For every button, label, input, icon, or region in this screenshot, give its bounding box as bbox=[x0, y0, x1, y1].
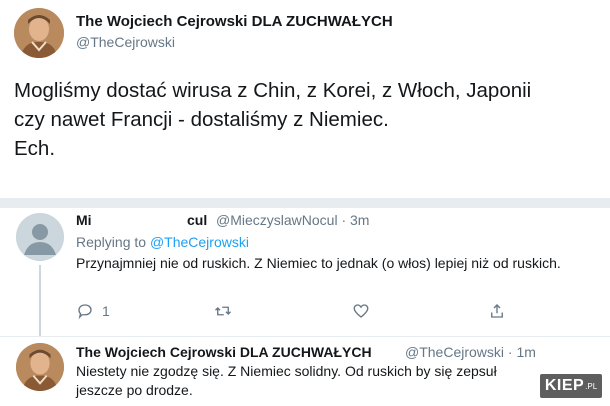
tweet-text: Mogliśmy dostać wirusa z Chin, z Korei, … bbox=[14, 79, 532, 160]
author-display-name[interactable]: The Wojciech Cejrowski DLA ZUCHWAŁYCH bbox=[76, 13, 393, 30]
section-divider bbox=[0, 198, 610, 208]
response-author-avatar[interactable] bbox=[16, 343, 64, 391]
reply-author-name-start[interactable]: Mi bbox=[76, 212, 92, 228]
heart-icon bbox=[353, 304, 369, 318]
site-watermark: KIEP .PL bbox=[540, 374, 602, 398]
comment-icon bbox=[78, 304, 92, 320]
replying-to-line: Replying to @TheCejrowski bbox=[76, 234, 249, 250]
like-button[interactable] bbox=[352, 302, 370, 320]
reply-text: Przynajmniej nie od ruskich. Z Niemiec t… bbox=[76, 255, 561, 271]
default-avatar[interactable] bbox=[16, 213, 64, 261]
reply-separator bbox=[0, 336, 610, 337]
reply-button[interactable]: 1 bbox=[76, 302, 110, 320]
watermark-text: KIEP bbox=[544, 377, 585, 394]
retweet-button[interactable] bbox=[213, 302, 233, 320]
author-avatar[interactable] bbox=[14, 8, 64, 58]
response-author-name[interactable]: The Wojciech Cejrowski DLA ZUCHWAŁYCH bbox=[76, 344, 372, 360]
author-handle[interactable]: @TheCejrowski bbox=[76, 34, 175, 50]
share-icon bbox=[491, 304, 503, 318]
response-text: Niestety nie zgodzę się. Z Niemiec solid… bbox=[76, 363, 497, 398]
response-author-handle[interactable]: @TheCejrowski · 1m bbox=[405, 344, 536, 360]
tweet-actions: 1 bbox=[76, 302, 516, 322]
thread-line bbox=[39, 265, 41, 337]
replying-to-label: Replying to bbox=[76, 234, 147, 250]
share-button[interactable] bbox=[488, 302, 506, 320]
reply-author-handle[interactable]: @MieczyslawNocul · 3m bbox=[216, 212, 369, 228]
replying-to-mention[interactable]: @TheCejrowski bbox=[150, 234, 249, 250]
reply-author-name-end[interactable]: cul bbox=[187, 212, 207, 228]
retweet-icon bbox=[215, 306, 231, 316]
watermark-suffix: .PL bbox=[585, 381, 598, 391]
reply-count: 1 bbox=[102, 303, 110, 319]
